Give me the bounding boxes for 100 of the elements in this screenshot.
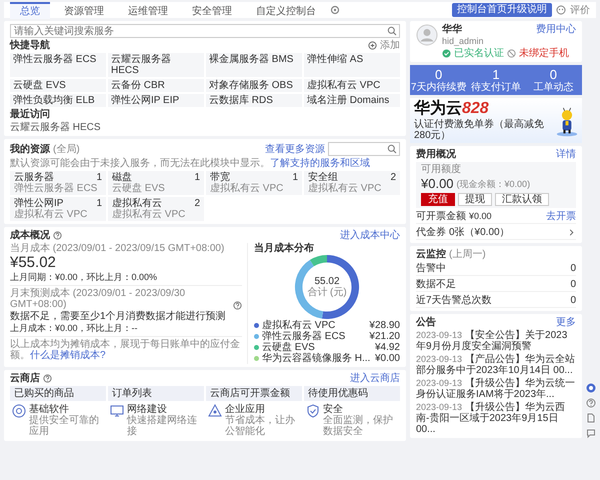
store-category[interactable]: 网络建设 [127,404,202,415]
resource-count: 1 [96,198,102,209]
billing-center-link[interactable]: 费用中心 [536,24,576,35]
verified-status: 已实名认证 [454,48,504,59]
legend-amount: ¥0.00 [374,353,400,364]
service-shortcut[interactable]: 云硬盘 EVS [10,79,106,92]
help-icon[interactable] [53,231,62,240]
chart-title: 当月成本分布 [254,243,315,254]
section-title: 公告 [416,317,436,328]
resource-count: 1 [292,172,298,183]
resource-tile[interactable]: 安全组 2 虚拟私有云 VPC [304,171,400,195]
cost-center-link[interactable]: 进入成本中心 [340,230,400,241]
store-shortcut[interactable]: 云商店可开票金额 [206,386,302,401]
forecast-note: 数据不足，需要至少1个月消费数据才能进行预测 [10,311,227,322]
search-icon[interactable] [387,26,397,36]
resource-name: 弹性公网IP [14,198,64,209]
store-shortcut[interactable]: 待使用优惠码 [304,386,400,401]
chevron-right-icon[interactable] [567,228,576,237]
resource-name: 带宽 [210,172,230,183]
tab[interactable]: 自定义控制台 [246,2,326,18]
store-category[interactable]: 基础软件 [29,404,104,415]
amortized-cost-link[interactable]: 什么是摊销成本? [30,350,106,361]
stat-value[interactable]: 0 [435,67,442,82]
tab[interactable]: 安全管理 [182,2,242,18]
notice-item[interactable]: 2023-09-13 【升级公告】华为云统一身份认证服务IAM将于2023年... [416,378,576,400]
stat-label: 7天内待续费 [410,82,466,93]
stat-value[interactable]: 0 [550,67,557,82]
service-shortcut[interactable]: 域名注册 Domains [304,94,400,107]
billing-button[interactable]: 提现 [458,193,492,206]
notice-item[interactable]: 2023-09-13 【产品公告】华为云全站部分服务中于2023年10月14日 00... [416,354,576,376]
stat-value[interactable]: 1 [492,67,500,82]
help-icon[interactable] [43,374,52,383]
stat-label: 待支付订单 [470,82,521,93]
resource-tile[interactable]: 云服务器 1 弹性云服务器 ECS [10,171,106,195]
service-shortcut[interactable]: 弹性云服务器 ECS [10,53,106,77]
service-shortcut[interactable]: 裸金属服务器 BMS [206,53,302,77]
resource-tile[interactable]: 磁盘 1 云硬盘 EVS [108,171,204,195]
services-link[interactable]: 了解支持的服务和区域 [270,158,370,169]
banner-title: 华为云 [414,100,462,117]
resource-count: 1 [194,172,200,183]
more-resources-link[interactable]: 查看更多资源 [265,144,325,154]
section-title: 费用概况 [416,149,456,160]
search-icon[interactable] [387,144,397,154]
service-shortcut[interactable]: 云备份 CBR [108,79,204,92]
service-shortcut[interactable]: 云数据库 RDS [206,94,302,107]
binding-status[interactable]: 未绑定手机 [519,48,569,59]
add-icon[interactable] [368,41,377,50]
billing-button[interactable]: 充值 [421,193,455,206]
recent-service-link[interactable]: 云耀云服务器 HECS [10,122,400,133]
resource-count: 2 [390,172,396,183]
tab[interactable]: 资源管理 [54,2,114,18]
invoice-amount: ¥0.00 [469,211,492,222]
resource-tile[interactable]: 带宽 1 虚拟私有云 VPC [206,171,302,195]
check-icon [442,49,451,58]
gear-icon [12,404,26,418]
service-shortcut[interactable]: 弹性公网IP EIP [108,94,204,107]
settings-icon[interactable] [330,5,340,15]
upgrade-notes-button[interactable]: 控制台首页升级说明 [452,3,552,17]
invoice-link[interactable]: 去开票 [546,211,576,222]
account-id: hid_admin [442,36,485,47]
more-link[interactable]: 更多 [556,317,576,328]
feedback-icon[interactable] [556,5,566,15]
month-cost: ¥55.02 [10,255,57,271]
resource-search-field[interactable] [328,142,400,156]
resource-tile[interactable]: 虚拟私有云 2 虚拟私有云 VPC [108,197,204,221]
store-shortcut[interactable]: 订单列表 [108,386,204,401]
store-category-desc: 提供安全可靠的应用 [29,415,100,437]
help-icon[interactable] [233,301,242,310]
promo-banner[interactable]: 华为云828 认证付费激免单券（最高减免280元） [410,98,582,143]
service-shortcut[interactable]: 对象存储服务 OBS [206,79,302,92]
service-shortcut[interactable]: 云耀云服务器 HECS [108,53,204,77]
add-link[interactable]: 添加 [380,40,400,51]
store-category[interactable]: 企业应用 [225,404,300,415]
legend-amount: ¥4.92 [374,342,400,353]
resource-tile[interactable]: 弹性公网IP 1 虚拟私有云 VPC [10,197,106,221]
store-link[interactable]: 进入云商店 [350,373,400,384]
shield-icon [306,404,320,418]
service-shortcut[interactable]: 弹性伸缩 AS [304,53,400,77]
period-label: (上周一) [449,249,486,260]
resource-count: 1 [96,172,102,183]
service-shortcut[interactable]: 弹性负载均衡 ELB [10,94,106,107]
notice-item[interactable]: 2023-09-13 【升级公告】华为云西南-贵阳一区域于2023年9月15日00... [416,402,576,435]
notice-item[interactable]: 2023-09-13 【安全公告】关于2023年9月份月度安全漏洞预警 [416,330,576,352]
message-icon[interactable] [586,428,596,438]
store-shortcut[interactable]: 已购买的商品 [10,386,106,401]
resource-name: 虚拟私有云 [112,198,162,209]
store-category[interactable]: 安全 [323,404,398,415]
monitor-value: 0 [570,295,576,306]
billing-button[interactable]: 汇款认领 [495,193,549,206]
help-icon[interactable] [586,398,596,408]
document-icon[interactable] [586,413,596,423]
voucher-amount: 0张（¥0.00） [449,227,510,238]
tab[interactable]: 运维管理 [118,2,178,18]
monitor-value: 0 [570,263,576,274]
tab[interactable]: 总览 [10,2,50,18]
search-field[interactable]: 请输入关键词搜索服务 [10,24,400,38]
triangle-icon [208,404,222,418]
details-link[interactable]: 详情 [556,149,576,160]
feedback-link[interactable]: 评价 [570,4,590,16]
service-shortcut[interactable]: 虚拟私有云 VPC [304,79,400,92]
